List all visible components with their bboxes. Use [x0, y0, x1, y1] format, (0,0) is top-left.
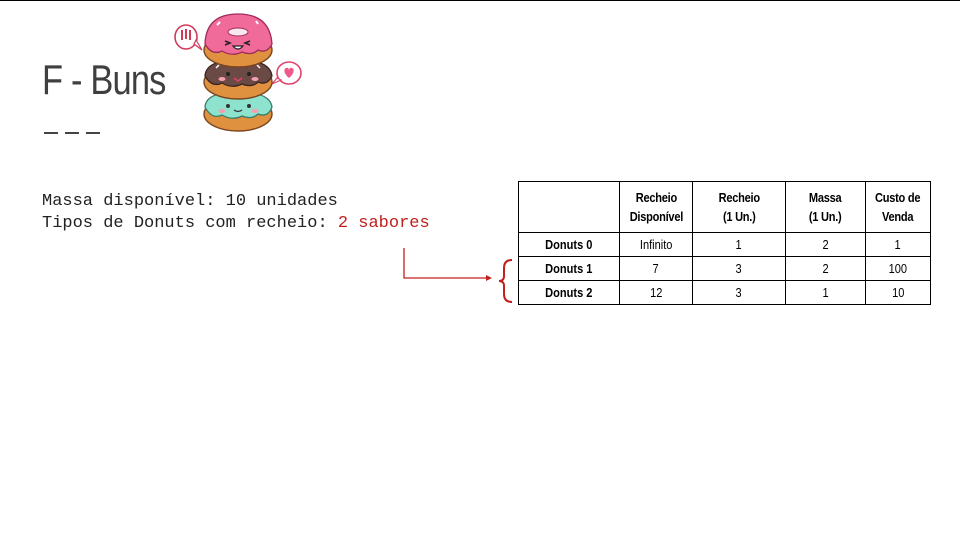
cell-massa-un: 2 — [785, 256, 866, 281]
cell-recheio-disponivel: 12 — [619, 280, 693, 305]
table-header-custo-venda: Custo de Venda — [865, 181, 931, 233]
slide-title: F - Buns — [42, 56, 166, 103]
heart-bubble-icon — [271, 61, 302, 85]
table-header-massa-un: Massa (1 Un.) — [785, 181, 866, 233]
curly-brace-icon — [498, 259, 513, 303]
cell-custo-venda: 1 — [865, 232, 931, 257]
cell-custo-venda: 100 — [865, 256, 931, 281]
cell-massa-un: 2 — [785, 232, 866, 257]
table-header-row: Recheio Disponível Recheio (1 Un.) Massa (1… — [518, 181, 931, 233]
table-row: Donuts 1 7 3 2 100 — [518, 256, 931, 281]
cell-recheio-disponivel: 7 — [619, 256, 693, 281]
row-name: Donuts 0 — [518, 232, 620, 257]
exclamation-bubble-icon — [174, 24, 203, 51]
title-underline-dashes — [44, 132, 100, 134]
table-header-empty — [518, 181, 620, 233]
table-header-recheio-disponivel: Recheio Disponível — [619, 181, 693, 233]
problem-info: Massa disponível: 10 unidades Tipos de D… — [42, 191, 430, 235]
pink-donut-icon — [203, 13, 273, 68]
cell-recheio-un: 1 — [692, 232, 786, 257]
info-line-massa: Massa disponível: 10 unidades — [42, 192, 338, 211]
cell-recheio-disponivel: Infinito — [619, 232, 693, 257]
table-row: Donuts 2 12 3 1 10 — [518, 280, 931, 305]
table-row: Donuts 0 Infinito 1 2 1 — [518, 232, 931, 257]
top-border-line — [0, 0, 960, 1]
info-line-sabores-highlight: 2 sabores — [337, 214, 430, 233]
cell-recheio-un: 3 — [692, 280, 786, 305]
cell-custo-venda: 10 — [865, 280, 931, 305]
table-header-recheio-un: Recheio (1 Un.) — [692, 181, 786, 233]
donuts-table: Recheio Disponível Recheio (1 Un.) Massa (1… — [518, 181, 931, 305]
stacked-donuts-icon — [174, 13, 302, 132]
info-line-tipos: Tipos de Donuts com recheio: — [42, 214, 338, 233]
pointer-arrow-icon — [403, 248, 492, 281]
cell-massa-un: 1 — [785, 280, 866, 305]
row-name: Donuts 2 — [518, 280, 620, 305]
cell-recheio-un: 3 — [692, 256, 786, 281]
row-name: Donuts 1 — [518, 256, 620, 281]
